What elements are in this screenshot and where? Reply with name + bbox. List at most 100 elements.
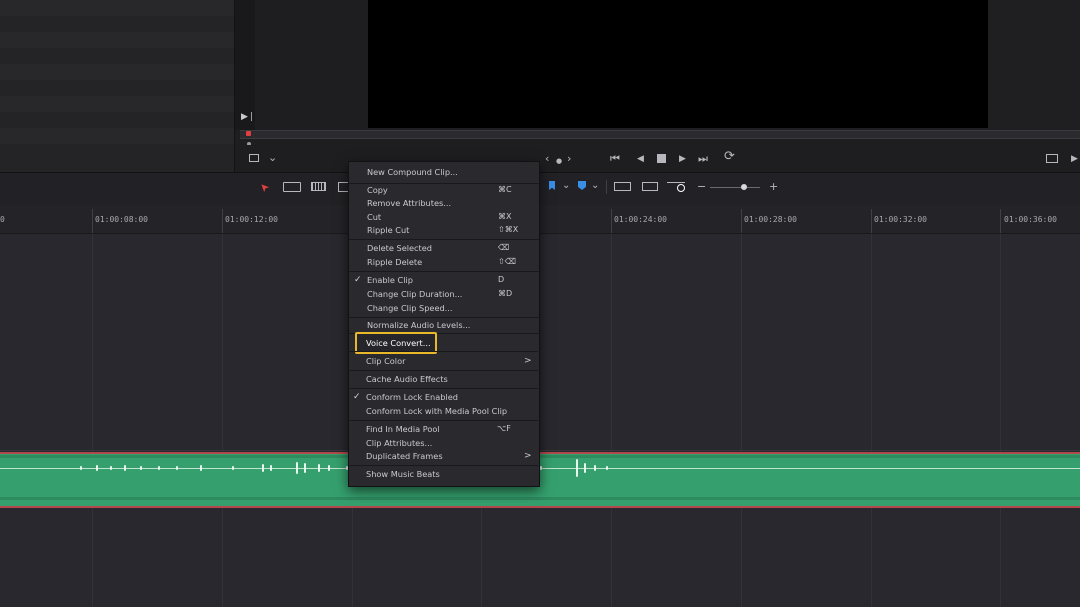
waveform-peak — [594, 465, 596, 471]
menu-item-voice-convert[interactable]: Voice Convert... — [348, 336, 538, 350]
zoom-full-icon[interactable] — [614, 182, 631, 191]
menu-item-shortcut: ⌘C — [498, 185, 512, 194]
play-reverse-icon[interactable]: ◀ — [637, 153, 644, 165]
viewer-right-area — [988, 0, 1080, 128]
zoom-slider-handle[interactable] — [741, 184, 747, 190]
menu-separator — [349, 271, 539, 272]
menu-separator — [349, 239, 539, 240]
menu-item-label: Remove Attributes... — [367, 198, 452, 208]
timecode-label: 01:00:24:00 — [614, 215, 667, 224]
panel-row — [0, 96, 234, 112]
panel-row — [0, 48, 234, 64]
waveform-peak — [176, 466, 178, 470]
menu-item-delete-selected[interactable]: Delete Selected ⌫ — [349, 241, 539, 255]
waveform-peak — [158, 466, 160, 470]
waveform-peak — [576, 459, 578, 477]
stop-icon[interactable] — [657, 154, 666, 163]
play-icon[interactable]: ▶ — [679, 153, 686, 165]
waveform-peak — [262, 464, 264, 472]
menu-item-ripple-delete[interactable]: Ripple Delete ⇧⌫ — [349, 255, 539, 269]
viewer-size-icon[interactable] — [249, 154, 259, 162]
menu-item-shortcut: ⇧⌘X — [498, 225, 519, 234]
menu-item-normalize-audio-levels[interactable]: Normalize Audio Levels... — [349, 318, 539, 332]
timecode-label: 01:00:28:00 — [744, 215, 797, 224]
zoom-in-icon[interactable]: + — [769, 181, 778, 193]
zoom-out-icon[interactable]: − — [697, 181, 706, 193]
zoom-detail-icon[interactable] — [642, 182, 658, 191]
skip-forward-icon[interactable]: ⏭ — [698, 153, 708, 165]
waveform-peak — [318, 464, 320, 472]
waveform-peak — [304, 463, 306, 473]
dot-icon[interactable]: ● — [556, 155, 562, 167]
menu-item-label: Change Clip Speed... — [367, 303, 453, 313]
viewer-gutter — [235, 0, 255, 130]
ruler-tick — [741, 209, 742, 233]
scrubber-line — [240, 138, 1080, 139]
menu-item-shortcut: ⌘X — [498, 212, 512, 221]
chevron-right-icon[interactable]: › — [567, 153, 571, 165]
ruler-tick — [222, 209, 223, 233]
grid-line — [741, 234, 742, 607]
viewer-screen[interactable] — [368, 0, 988, 128]
menu-item-change-clip-speed[interactable]: Change Clip Speed... — [349, 301, 539, 315]
skip-back-icon[interactable]: ⏮ — [610, 153, 620, 165]
timecode-label: 01:00:36:00 — [1004, 215, 1057, 224]
menu-item-label: Enable Clip — [367, 275, 413, 285]
left-panel — [0, 0, 234, 172]
next-icon[interactable]: ▶ — [1071, 153, 1078, 165]
audio-clip-top-band — [0, 455, 1080, 458]
menu-item-cut[interactable]: Cut ⌘X — [349, 210, 539, 224]
panel-row — [0, 80, 234, 96]
chevron-left-icon[interactable]: ‹ — [545, 153, 549, 165]
menu-item-shortcut: ⌘D — [498, 289, 513, 298]
dynamic-trim-icon[interactable] — [311, 182, 326, 191]
chevron-down-icon[interactable]: ⌄ — [562, 180, 570, 192]
skip-to-end-icon[interactable]: ▶❘ — [241, 112, 255, 122]
menu-item-enable-clip[interactable]: ✓ Enable Clip D — [349, 273, 539, 287]
menu-item-label: Copy — [367, 185, 388, 195]
menu-item-shortcut: ⌫ — [498, 243, 510, 252]
panel-row — [0, 16, 234, 32]
trim-tool-icon[interactable] — [283, 182, 301, 192]
timecode-label: 01:00:12:00 — [225, 215, 278, 224]
ruler-tick — [871, 209, 872, 233]
chevron-down-icon[interactable]: ⌄ — [591, 180, 599, 192]
menu-item-remove-attributes[interactable]: Remove Attributes... — [349, 196, 539, 210]
ruler-tick — [92, 209, 93, 233]
panel-row — [0, 128, 234, 144]
grid-line — [222, 234, 223, 607]
waveform-peak — [140, 466, 142, 470]
timecode-label: 01:00:08:00 — [95, 215, 148, 224]
menu-item-copy[interactable]: Copy ⌘C — [349, 183, 539, 197]
audio-clip-bottom-band — [0, 497, 1080, 500]
menu-item-ripple-cut[interactable]: Ripple Cut ⇧⌘X — [349, 223, 539, 237]
timecode-label: 01:00:32:00 — [874, 215, 927, 224]
zoom-slider-track[interactable] — [710, 187, 760, 188]
waveform-peak — [296, 462, 298, 474]
waveform-peak — [270, 465, 272, 471]
grid-line — [92, 234, 93, 607]
menu-item-label: Cut — [367, 212, 382, 222]
grid-line — [1000, 234, 1001, 607]
menu-item-new-compound-clip[interactable]: New Compound Clip... — [349, 165, 539, 179]
menu-item-change-clip-duration[interactable]: Change Clip Duration... ⌘D — [349, 287, 539, 301]
timeline-track-area[interactable] — [0, 234, 1080, 607]
waveform-peak — [584, 463, 586, 473]
menu-item-label: New Compound Clip... — [367, 167, 458, 177]
waveform-peak — [110, 466, 112, 470]
context-menu: New Compound Clip... Copy ⌘C Remove Attri… — [348, 161, 540, 487]
menu-item-shortcut: D — [498, 275, 505, 284]
loop-icon[interactable]: ⟳ — [724, 150, 735, 163]
menu-item-label: Ripple Delete — [367, 257, 423, 267]
playhead-marker[interactable] — [246, 131, 251, 136]
chevron-down-icon[interactable]: ⌄ — [268, 152, 277, 164]
fullscreen-icon[interactable] — [1046, 154, 1058, 163]
waveform-peak — [80, 466, 82, 470]
grid-line — [871, 234, 872, 607]
timeline-ruler[interactable]: 0 01:00:08:00 01:00:12:00 01:00:24:00 01… — [0, 205, 1080, 234]
menu-item-label: Change Clip Duration... — [367, 289, 463, 299]
waveform-peak — [96, 465, 98, 471]
panel-row — [0, 32, 234, 48]
blade-tool-icon[interactable] — [338, 182, 348, 192]
search-icon[interactable] — [677, 184, 685, 192]
